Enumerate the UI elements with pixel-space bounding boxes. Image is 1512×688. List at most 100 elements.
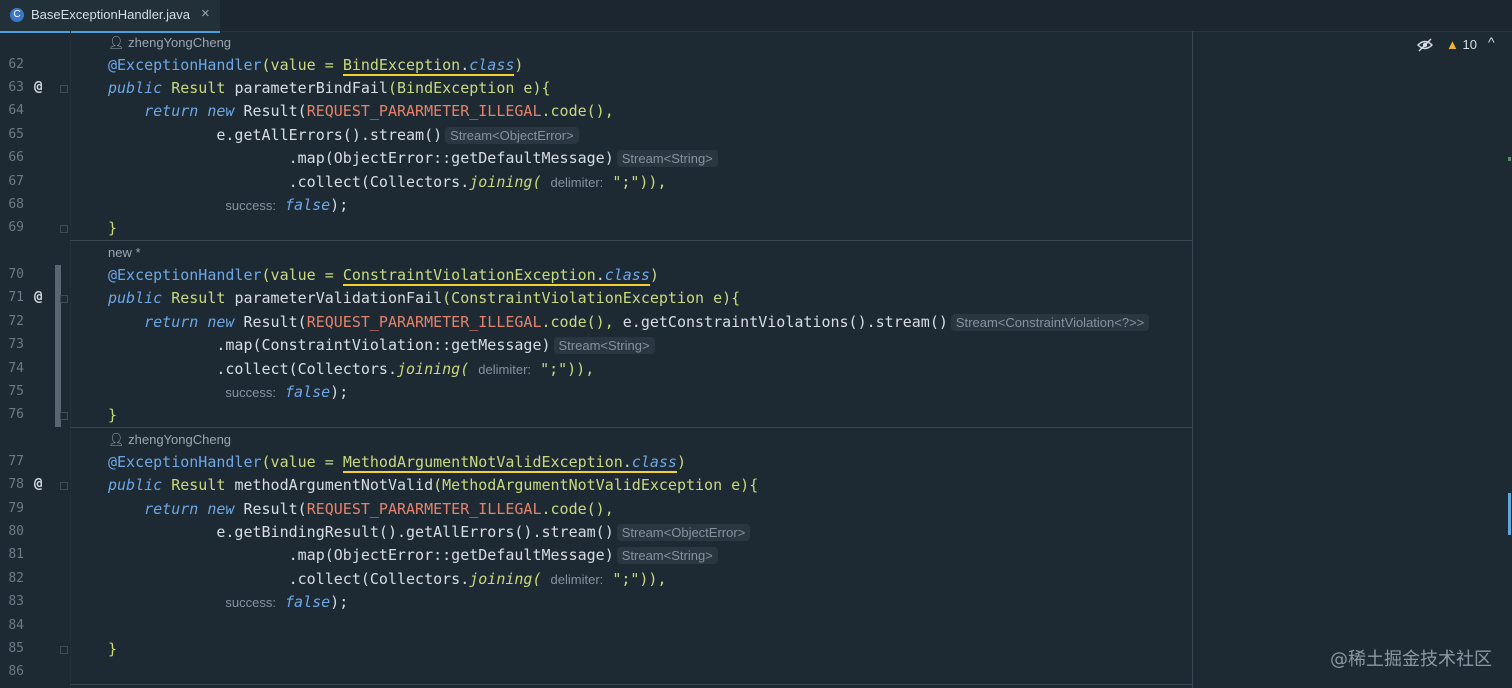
parameter-hint: success: [225,595,276,610]
code-line-68: success: false); [108,194,348,217]
code-token: (value = [261,266,343,284]
fold-toggle-icon[interactable] [60,412,68,420]
code-line-69: } [108,217,117,240]
line-number: 66 [8,150,24,165]
type-hint: Stream<String> [616,547,718,564]
code-token: Result [171,79,226,97]
code-token: @ExceptionHandler [108,266,262,284]
code-token: } [108,640,118,658]
close-tab-icon[interactable]: × [201,5,210,22]
code-token: ) [676,453,686,471]
code-token: parameterValidationFail [234,289,443,307]
code-token: ConstraintViolationException [342,266,596,284]
type-hint: Stream<String> [616,150,718,167]
code-token: public [108,79,163,97]
code-line-73: .map(ConstraintViolation::getMessage) Str… [108,334,655,357]
code-author-hint[interactable]: 👤︎ zhengYongCheng [108,430,231,450]
code-line-63: public Result parameterBindFail(BindExce… [108,77,551,100]
code-token: .map(ConstraintViolation::getMessage) [216,336,551,354]
code-token: public [108,289,163,307]
fold-toggle-icon[interactable] [60,295,68,303]
line-number: 71 [8,290,24,305]
code-token: new [207,313,235,331]
java-class-icon: C [10,8,24,22]
line-number: 63 [8,80,24,95]
code-token: joining( [397,360,470,378]
type-hint: Stream<ConstraintViolation<?>> [950,314,1150,331]
warnings-indicator[interactable]: ▲ 10 [1446,37,1477,52]
code-token: Result( [243,102,307,120]
code-line-71: public Result parameterValidationFail(Co… [108,287,740,310]
code-token: . [622,453,632,471]
implemented-marker-icon[interactable]: @ [34,289,42,305]
method-separator [70,427,1192,428]
line-number: 72 [8,314,24,329]
code-token: Result [171,476,226,494]
parameter-hint: success: [225,198,276,213]
fold-toggle-icon[interactable] [60,85,68,93]
code-token: public [108,476,163,494]
parameter-hint: delimiter: [550,175,604,190]
underlined-class-ref: ConstraintViolationException.class [342,266,650,286]
parameter-hint: success: [225,385,276,400]
user-icon: 👤︎ [108,432,125,447]
code-token: methodArgumentNotValid [234,476,434,494]
code-author-hint[interactable]: new * [108,243,141,263]
line-number: 82 [8,571,24,586]
code-token: .code(), [541,500,614,518]
code-line-64: return new Result(REQUEST_PARARMETER_ILL… [108,100,614,123]
underlined-class-ref: BindException.class [342,56,515,76]
code-token: (value = [261,56,343,74]
code-token: e.getBindingResult().getAllErrors().stre… [216,523,614,541]
code-token: @ExceptionHandler [108,453,262,471]
code-author-hint[interactable]: 👤︎ zhengYongCheng [108,33,231,53]
code-token: false [285,383,331,401]
parameter-hint: delimiter: [550,572,604,587]
chevron-up-icon[interactable]: ^ [1488,34,1495,50]
fold-toggle-icon[interactable] [60,482,68,490]
code-token: REQUEST_PARARMETER_ILLEGAL [306,500,542,518]
code-token: MethodArgumentNotValidException [342,453,623,471]
fold-toggle-icon[interactable] [60,225,68,233]
author-name: zhengYongCheng [128,432,232,447]
code-line-80: e.getBindingResult().getAllErrors().stre… [108,521,751,544]
scrollbar-thumb[interactable] [1508,493,1511,535]
implemented-marker-icon[interactable]: @ [34,476,42,492]
underlined-class-ref: MethodArgumentNotValidException.class [342,453,677,473]
line-number: 68 [8,197,24,212]
code-token: ) [649,266,659,284]
vcs-change-marker[interactable] [55,265,61,427]
code-line-75: success: false); [108,381,348,404]
code-token: .map(ObjectError::getDefaultMessage) [288,546,614,564]
line-number: 67 [8,174,24,189]
code-token: . [460,56,470,74]
change-stripe-marker[interactable] [1508,157,1511,161]
fold-toggle-icon[interactable] [60,646,68,654]
code-line-65: e.getAllErrors().stream() Stream<ObjectEr… [108,124,579,147]
tab-base-exception-handler[interactable]: C BaseExceptionHandler.java × [0,0,220,33]
code-token: .collect(Collectors. [288,173,470,191]
eye-hidden-icon[interactable] [1417,38,1433,52]
line-number: 77 [8,454,24,469]
author-name: new * [108,245,141,260]
code-token: false [285,196,331,214]
code-token: class [469,56,515,74]
line-number: 76 [8,407,24,422]
code-token: BindException [342,56,461,74]
code-token: (MethodArgumentNotValidException e){ [433,476,759,494]
line-number: 73 [8,337,24,352]
code-line-79: return new Result(REQUEST_PARARMETER_ILL… [108,498,614,521]
right-margin-guide [1192,31,1193,688]
code-line-70: @ExceptionHandler(value = ConstraintViol… [108,264,659,287]
type-hint: Stream<ObjectError> [616,524,751,541]
code-line-66: .map(ObjectError::getDefaultMessage) Stre… [108,147,718,170]
code-token: (ConstraintViolationException e){ [442,289,741,307]
implemented-marker-icon[interactable]: @ [34,79,42,95]
code-token: .code(), [541,102,614,120]
line-number: 84 [8,618,24,633]
code-token: .code(), [541,313,614,331]
line-number: 78 [8,477,24,492]
code-token: ) [514,56,524,74]
code-token: .collect(Collectors. [216,360,397,378]
line-number: 70 [8,267,24,282]
